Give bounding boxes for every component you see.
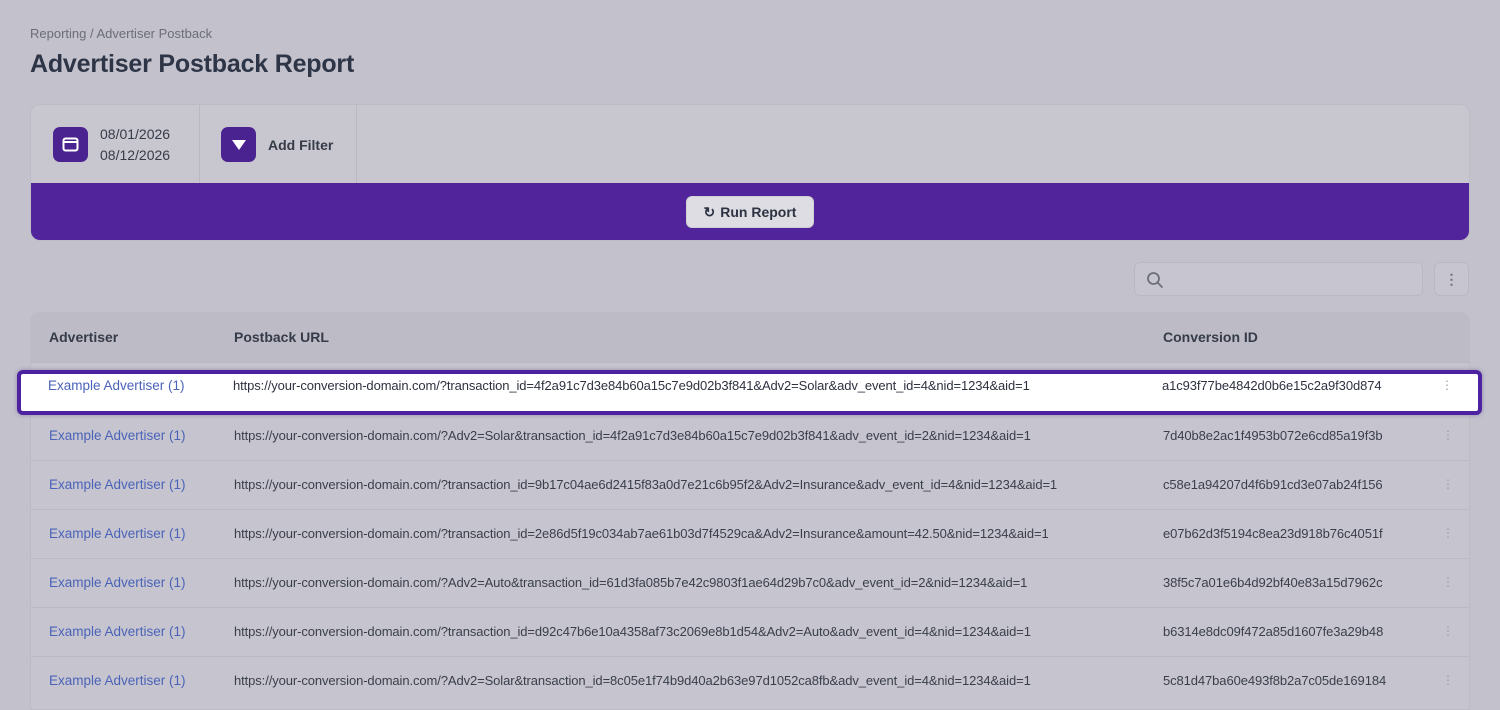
- table-row[interactable]: Example Advertiser (1) https://your-conv…: [31, 460, 1469, 509]
- postback-url: https://your-conversion-domain.com/?tran…: [233, 378, 1030, 393]
- row-menu-icon[interactable]: ⋮: [1439, 523, 1457, 543]
- calendar-icon: [53, 127, 88, 162]
- page-title: Advertiser Postback Report: [30, 50, 355, 78]
- row-menu-icon[interactable]: ⋮: [1439, 425, 1457, 445]
- table-row[interactable]: Example Advertiser (1) https://your-conv…: [31, 509, 1469, 558]
- row-menu-icon[interactable]: ⋮: [1439, 474, 1457, 494]
- table-header: Advertiser Postback URL Conversion ID: [31, 313, 1469, 362]
- advertiser-link[interactable]: Example Advertiser (1): [49, 526, 186, 541]
- column-header-postback-url[interactable]: Postback URL: [234, 329, 329, 345]
- row-menu-icon[interactable]: ⋮: [1439, 621, 1457, 641]
- postback-url: https://your-conversion-domain.com/?Adv2…: [234, 428, 1031, 443]
- conversion-id: 5c81d47ba60e493f8b2a7c05de169184: [1163, 673, 1387, 688]
- date-end: 08/12/2026: [100, 146, 171, 163]
- run-report-label: Run Report: [720, 204, 797, 220]
- conversion-id: c58e1a94207d4f6b91cd3e07ab24f156: [1163, 477, 1383, 492]
- advertiser-link[interactable]: Example Advertiser (1): [48, 378, 185, 393]
- conversion-id: b6314e8dc09f472a85d1607fe3a29b48: [1163, 624, 1384, 639]
- conversion-id: e07b62d3f5194c8ea23d918b76c4051f: [1163, 526, 1383, 541]
- search-input[interactable]: [1171, 267, 1415, 293]
- column-header-advertiser[interactable]: Advertiser: [49, 329, 118, 345]
- advertiser-link[interactable]: Example Advertiser (1): [49, 575, 186, 590]
- add-filter-button[interactable]: Add Filter: [200, 105, 357, 184]
- table-row[interactable]: Example Advertiser (1) https://your-conv…: [31, 607, 1469, 656]
- postback-url: https://your-conversion-domain.com/?tran…: [234, 526, 1049, 541]
- advertiser-link[interactable]: Example Advertiser (1): [49, 624, 186, 639]
- row-menu-icon[interactable]: ⋮: [1439, 670, 1457, 690]
- postback-url: https://your-conversion-domain.com/?tran…: [234, 477, 1058, 492]
- run-report-bar: ↻ Run Report: [31, 183, 1469, 240]
- date-range-text: 08/01/2026 08/12/2026: [100, 124, 170, 166]
- conversion-id: a1c93f77be4842d0b6e15c2a9f30d874: [1162, 378, 1382, 393]
- advertiser-link[interactable]: Example Advertiser (1): [49, 477, 186, 492]
- postback-url: https://your-conversion-domain.com/?Adv2…: [234, 575, 1028, 590]
- conversion-id: 7d40b8e2ac1f4953b072e6cd85a19f3b: [1163, 428, 1383, 443]
- filter-row: 08/01/2026 08/12/2026 Add Filter: [31, 105, 1469, 184]
- add-filter-label: Add Filter: [268, 136, 334, 153]
- search-field[interactable]: [1134, 262, 1423, 296]
- date-range-picker[interactable]: 08/01/2026 08/12/2026: [31, 105, 200, 184]
- conversion-id: 38f5c7a01e6b4d92bf40e83a15d7962c: [1163, 575, 1383, 590]
- postback-url: https://your-conversion-domain.com/?tran…: [234, 624, 1031, 639]
- table-row[interactable]: Example Advertiser (1) https://your-conv…: [31, 558, 1469, 607]
- row-menu-icon[interactable]: ⋮: [1439, 572, 1457, 592]
- advertiser-link[interactable]: Example Advertiser (1): [49, 428, 186, 443]
- search-icon: [1147, 272, 1163, 288]
- date-start: 08/01/2026: [100, 125, 171, 142]
- postback-url: https://your-conversion-domain.com/?Adv2…: [234, 673, 1031, 688]
- filter-icon: [221, 127, 256, 162]
- table-row[interactable]: Example Advertiser (1) https://your-conv…: [31, 656, 1469, 705]
- breadcrumb: Reporting / Advertiser Postback: [30, 26, 213, 41]
- advertiser-link[interactable]: Example Advertiser (1): [49, 673, 186, 688]
- more-vertical-icon: ⋮: [1444, 270, 1459, 287]
- run-report-button[interactable]: ↻ Run Report: [686, 196, 814, 228]
- table-options-button[interactable]: ⋮: [1434, 262, 1469, 296]
- refresh-icon: ↻: [703, 203, 716, 220]
- table-row[interactable]: Example Advertiser (1) https://your-conv…: [31, 411, 1469, 460]
- filter-panel: 08/01/2026 08/12/2026 Add Filter ↻ Run R…: [30, 104, 1470, 241]
- row-menu-icon[interactable]: ⋮: [1438, 375, 1456, 395]
- column-header-conversion-id[interactable]: Conversion ID: [1163, 329, 1258, 345]
- table-row-highlighted[interactable]: Example Advertiser (1) https://your-conv…: [30, 370, 1470, 415]
